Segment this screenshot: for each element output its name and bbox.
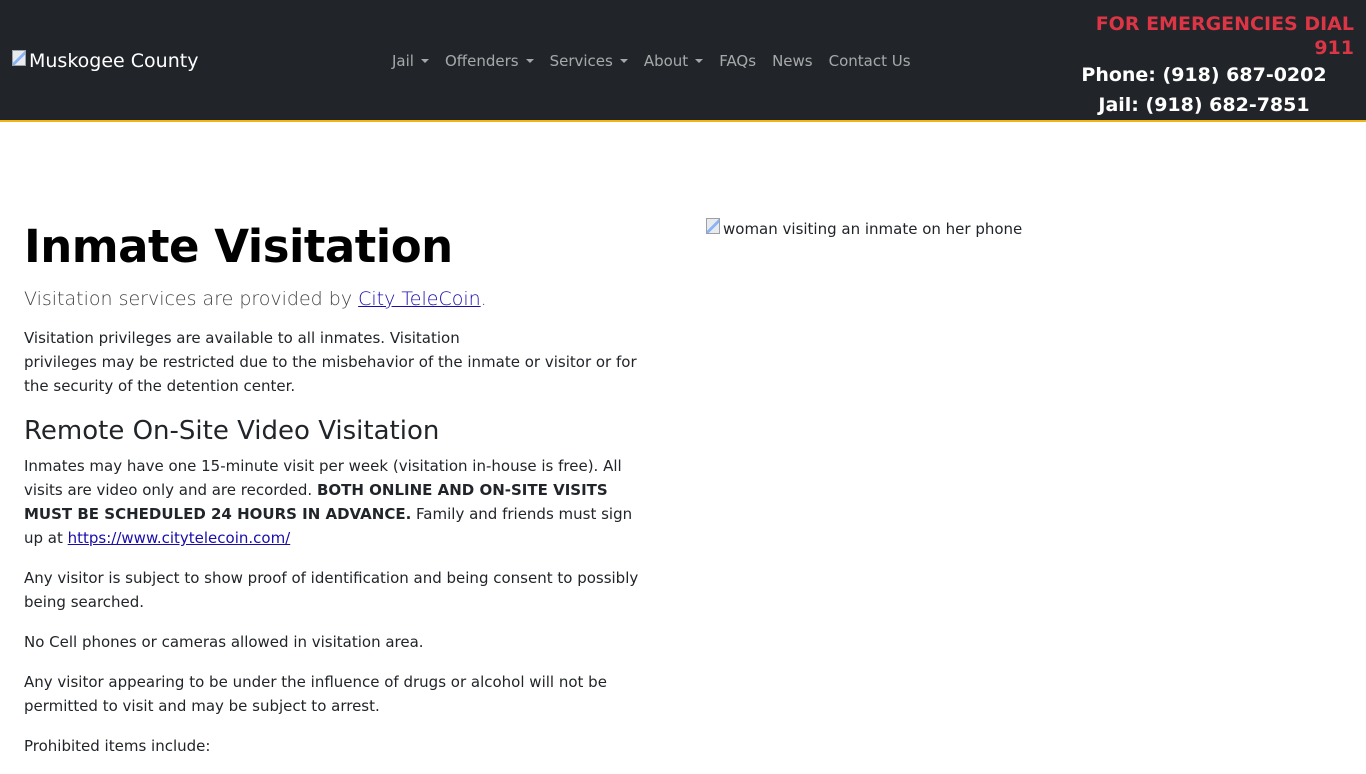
influence-paragraph: Any visitor appearing to be under the in… [24,673,607,715]
broken-image-icon [706,218,720,234]
nav-item-news[interactable]: News [772,52,813,70]
caret-down-icon [525,59,534,63]
nav-item-label: Contact Us [828,52,911,70]
privileges-paragraph: Visitation privileges are available to a… [24,326,654,398]
city-telecoin-link[interactable]: City TeleCoin [358,288,481,310]
section-title: Remote On-Site Video Visitation [24,416,440,446]
privileges-text-line1: Visitation privileges are available to a… [24,329,460,347]
main-nav: Jail Offenders Services About FAQs News … [392,52,927,70]
lead-paragraph: Visitation services are provided by City… [24,288,654,310]
phone-number: Phone: (918) 687-0202 [1081,64,1327,86]
nav-item-about[interactable]: About [643,52,704,70]
nav-item-label: Jail [392,52,414,70]
nav-item-jail[interactable]: Jail [392,52,429,70]
brand-logo-link[interactable]: Muskogee County [12,50,198,72]
nav-item-label: Offenders [444,52,519,70]
cell-phones-paragraph: No Cell phones or cameras allowed in vis… [24,633,424,651]
page-title: Inmate Visitation [24,220,453,273]
broken-image-icon [12,50,26,66]
lead-suffix: . [480,288,487,310]
caret-down-icon [695,59,704,63]
site-header: Muskogee County Jail Offenders Services … [0,0,1366,122]
caret-down-icon [420,59,429,63]
nav-item-services[interactable]: Services [550,52,628,70]
nav-item-label: FAQs [719,52,757,70]
prohibited-items-heading: Prohibited items include: [24,737,211,755]
nav-item-label: About [643,52,689,70]
nav-item-faqs[interactable]: FAQs [719,52,756,70]
video-visitation-paragraph: Inmates may have one 15-minute visit per… [24,454,654,550]
citytelecoin-url-link[interactable]: https://www.citytelecoin.com/ [68,529,291,547]
image-alt-text: woman visiting an inmate on her phone [723,220,1023,238]
nav-item-offenders[interactable]: Offenders [445,52,534,70]
nav-item-label: News [772,52,813,70]
header-contact-info: FOR EMERGENCIES DIAL 911 Phone: (918) 68… [1054,12,1354,120]
jail-phone-number: Jail: (918) 682-7851 [1098,94,1310,116]
nav-item-contact-us[interactable]: Contact Us [829,52,911,70]
emergency-notice: FOR EMERGENCIES DIAL 911 [1095,13,1354,59]
privileges-text-rest: privileges may be restricted due to the … [24,353,637,395]
nav-item-label: Services [549,52,613,70]
main-content: Inmate Visitation Visitation services ar… [24,220,654,774]
identification-paragraph: Any visitor is subject to show proof of … [24,569,639,611]
brand-logo-alt-text: Muskogee County [29,50,199,72]
visitation-image: woman visiting an inmate on her phone [706,218,1023,238]
lead-text: Visitation services are provided by [24,288,359,310]
caret-down-icon [619,59,628,63]
